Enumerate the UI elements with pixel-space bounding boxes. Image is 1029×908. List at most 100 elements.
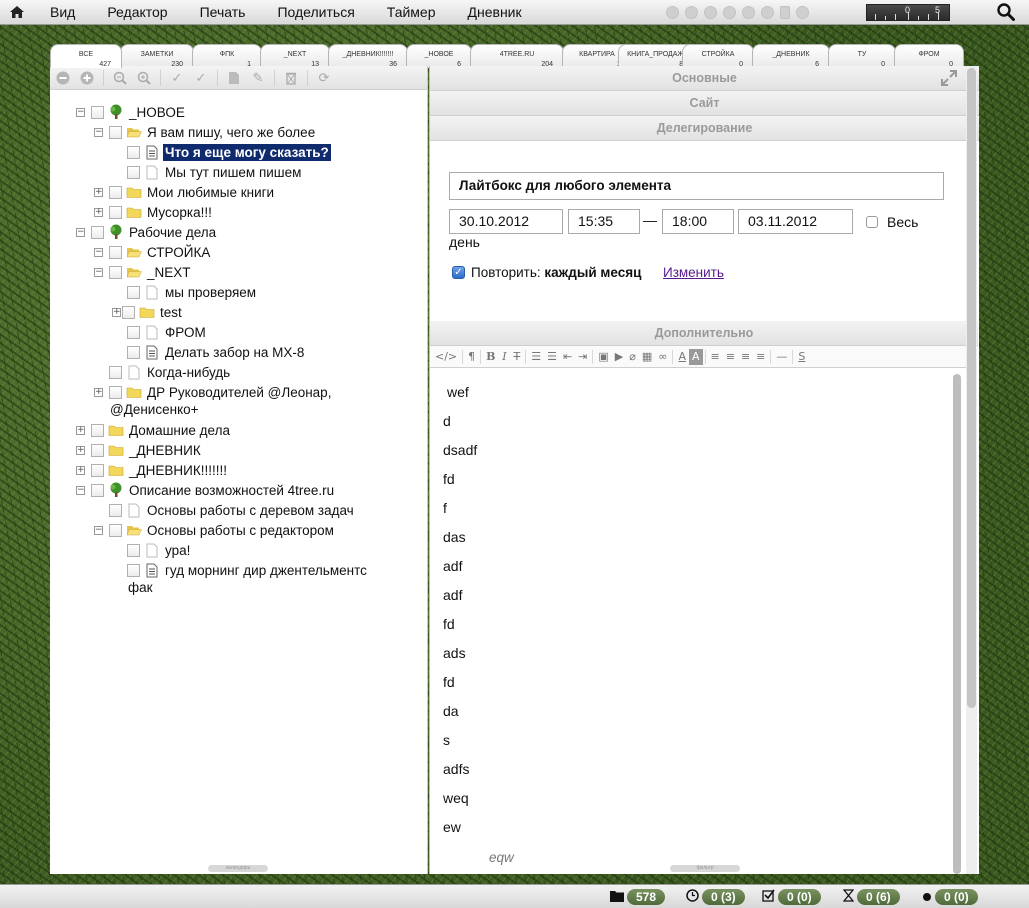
task-checkbox[interactable] [91,105,104,119]
task-checkbox[interactable] [109,523,122,537]
tab-fpk[interactable]: ФПК 1 [192,44,262,68]
expand-toggle-icon[interactable]: + [94,187,103,197]
tree-node[interactable]: ура! [112,540,192,560]
tree-node[interactable]: + _ДНЕВНИК!!!!!!! [76,460,229,480]
task-checkbox[interactable] [127,145,140,159]
task-checkbox[interactable] [109,205,122,219]
menu-share[interactable]: Поделиться [261,0,370,25]
task-checkbox[interactable] [109,245,122,259]
start-time-field[interactable]: 15:35 [568,209,640,234]
task-checkbox[interactable] [127,165,140,179]
dot-icon[interactable] [796,6,809,19]
end-time-field[interactable]: 18:00 [662,209,734,234]
font-color-icon[interactable]: A [675,349,689,365]
trash-icon[interactable] [283,70,299,86]
task-checkbox[interactable] [109,503,122,517]
filter-handle[interactable]: фильтр [670,865,740,872]
tree-node[interactable]: + Домашние дела [76,420,232,440]
dot-icon[interactable] [704,6,717,19]
tree-node[interactable]: − Я вам пишу, чего же более [94,122,317,142]
refresh-icon[interactable]: ⟳ [316,70,332,86]
tab-from[interactable]: ФРОМ 0 [894,44,964,68]
section-extra[interactable]: Дополнительно [430,321,978,346]
tab-new[interactable]: _НОВОЕ 6 [406,44,472,68]
end-date-field[interactable]: 03.11.2012 [738,209,853,234]
tree-node[interactable]: Основы работы с деревом задач [94,500,356,520]
tree-node[interactable]: ФРОМ [112,322,208,342]
task-checkbox[interactable] [91,443,104,457]
menu-editor[interactable]: Редактор [91,0,183,25]
task-checkbox[interactable] [109,385,122,399]
tab-4tree[interactable]: 4TREE.RU 204 [470,44,564,68]
check-icon[interactable]: ✓ [169,70,185,86]
check-plus-icon[interactable]: ✓ [193,70,209,86]
dot-icon[interactable] [723,6,736,19]
section-site[interactable]: Сайт [430,91,979,116]
attachment-icon[interactable]: ⌀ [626,349,639,365]
tree-node[interactable]: + Мусорка!!! [94,202,214,222]
tree-node[interactable]: − СТРОЙКА [94,242,212,262]
tree-node[interactable]: Когда-нибудь [94,362,232,382]
align-left-icon[interactable]: ≡ [708,349,723,365]
zoom-out-icon[interactable] [112,70,128,86]
highlight-icon[interactable]: A [688,348,703,365]
fullscreen-icon[interactable] [941,70,957,89]
timer-status[interactable]: 0 (3) [686,888,745,906]
collapse-toggle-icon[interactable]: − [76,227,85,237]
dot-icon[interactable] [742,6,755,19]
search-icon[interactable] [997,3,1015,24]
format-icon[interactable]: S [795,349,808,365]
document-icon[interactable] [226,70,242,86]
zoom-in-icon[interactable] [136,70,152,86]
tree-node[interactable]: − Рабочие дела [76,222,218,242]
collapse-toggle-icon[interactable]: − [94,247,103,257]
strikethrough-icon[interactable]: T [510,349,523,365]
task-checkbox[interactable] [109,125,122,139]
tree-node[interactable]: мы проверяем [112,282,258,302]
tree-node[interactable]: + _ДНЕВНИК [76,440,203,460]
bullet-list-icon[interactable]: ☰ [528,349,544,365]
code-view-icon[interactable]: </> [432,349,460,365]
collapse-toggle-icon[interactable]: − [94,127,103,137]
calendar-handle[interactable]: календарь [208,865,268,872]
task-checkbox[interactable] [127,543,140,557]
menu-view[interactable]: Вид [34,0,91,25]
task-checkbox[interactable] [91,483,104,497]
expand-toggle-icon[interactable]: + [76,445,85,455]
tab-diary-excl[interactable]: _ДНЕВНИК!!!!!!! 36 [328,44,408,68]
collapse-icon[interactable] [55,70,71,86]
checks-status[interactable]: 0 (0) [762,888,821,906]
menu-timer[interactable]: Таймер [371,0,452,25]
section-main[interactable]: Основные [430,66,979,91]
link-icon[interactable]: ∞ [655,349,670,365]
menu-print[interactable]: Печать [184,0,262,25]
tab-diary[interactable]: _ДНЕВНИК 6 [752,44,830,68]
expand-toggle-icon[interactable]: + [112,307,121,317]
tree-node[interactable]: Мы тут пишем пишем [112,162,303,182]
tree-node[interactable]: − Основы работы с редактором [94,520,336,540]
expand-toggle-icon[interactable]: + [76,465,85,475]
tab-tu[interactable]: ТУ 0 [828,44,896,68]
tree-node[interactable]: + Мои любимые книги [94,182,276,202]
folders-status[interactable]: 578 [610,888,666,906]
editor-scrollbar[interactable] [953,374,961,874]
task-checkbox[interactable] [91,423,104,437]
tree-node[interactable]: − _НОВОЕ [76,102,187,122]
menu-diary[interactable]: Дневник [452,0,538,25]
outdent-icon[interactable]: ⇤ [560,349,575,365]
collapse-toggle-icon[interactable]: − [76,485,85,495]
tree-node[interactable]: − Описание возможностей 4tree.ru [76,480,336,500]
image-icon[interactable]: ▣ [595,349,611,365]
task-checkbox[interactable] [109,365,122,379]
task-checkbox[interactable] [109,185,122,199]
hourglass-status[interactable]: 0 (6) [842,888,900,906]
indent-icon[interactable]: ⇥ [575,349,590,365]
tree-node[interactable]: Делать забор на MX-8 [112,342,306,362]
dot-icon[interactable] [666,6,679,19]
repeat-change-link[interactable]: Изменить [663,265,724,280]
bold-icon[interactable]: B [483,349,498,365]
filter-icon[interactable] [780,6,790,19]
start-date-field[interactable]: 30.10.2012 [449,209,563,234]
paragraph-icon[interactable]: ¶ [465,349,478,365]
task-checkbox[interactable] [127,563,140,577]
